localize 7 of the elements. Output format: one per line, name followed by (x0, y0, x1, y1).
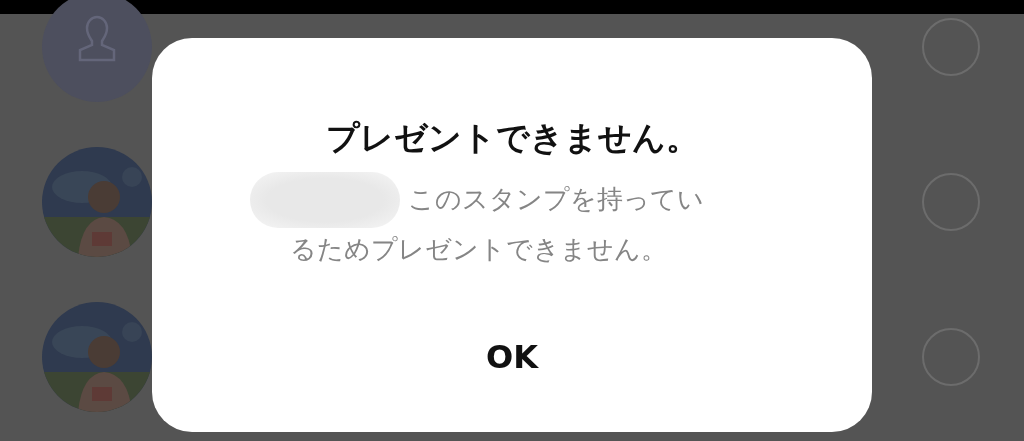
dialog-message: るためプレゼントできません。 (290, 232, 667, 266)
dialog-message: このスタンプを持ってい (408, 183, 704, 217)
radio-circle[interactable] (922, 173, 980, 231)
dialog-title: プレゼントできません。 (325, 118, 699, 158)
ok-button[interactable]: OK (470, 334, 554, 380)
radio-circle[interactable] (922, 18, 980, 76)
radio-circle[interactable] (922, 328, 980, 386)
